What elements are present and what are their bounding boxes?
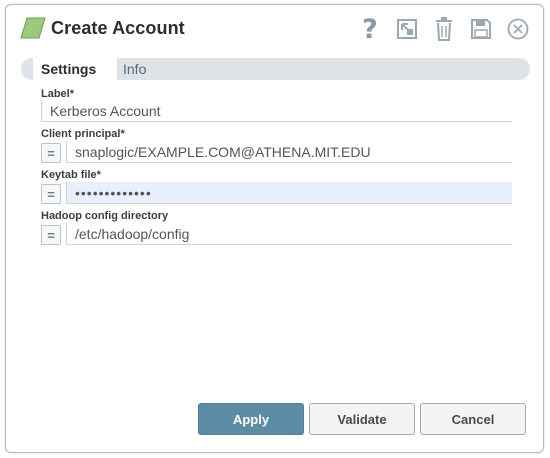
save-icon[interactable] <box>468 15 494 43</box>
create-account-dialog: Create Account ? Settings Info Label* Ke… <box>5 4 544 453</box>
tab-bar: Settings Info <box>21 58 530 80</box>
help-label: ? <box>362 13 378 45</box>
apply-button[interactable]: Apply <box>198 403 304 435</box>
keytab-file-field[interactable]: ••••••••••••• <box>66 182 512 204</box>
tab-info[interactable]: Info <box>113 58 156 80</box>
label-field[interactable]: Kerberos Account <box>41 100 512 122</box>
help-icon[interactable]: ? <box>357 15 383 43</box>
snap-logo-icon <box>20 17 46 39</box>
header-actions: ? <box>346 14 531 44</box>
validate-button[interactable]: Validate <box>309 403 415 435</box>
keytab-file-expression-toggle[interactable]: = <box>41 184 61 204</box>
hadoop-config-expression-toggle[interactable]: = <box>41 225 61 245</box>
cancel-button[interactable]: Cancel <box>420 403 526 435</box>
keytab-file-title: Keytab file* <box>41 169 101 181</box>
dialog-title: Create Account <box>51 18 185 38</box>
client-principal-title: Client principal* <box>41 128 125 140</box>
hadoop-config-field[interactable]: /etc/hadoop/config <box>66 223 512 245</box>
hadoop-config-title: Hadoop config directory <box>41 210 169 222</box>
tab-settings[interactable]: Settings <box>21 58 117 80</box>
label-field-title: Label* <box>41 88 75 100</box>
client-principal-field[interactable]: snaplogic/EXAMPLE.COM@ATHENA.MIT.EDU <box>66 141 512 163</box>
delete-icon[interactable] <box>431 15 457 43</box>
dialog-header: Create Account ? <box>6 5 543 53</box>
client-principal-expression-toggle[interactable]: = <box>41 143 61 163</box>
close-icon[interactable] <box>505 15 531 43</box>
export-icon[interactable] <box>394 15 420 43</box>
